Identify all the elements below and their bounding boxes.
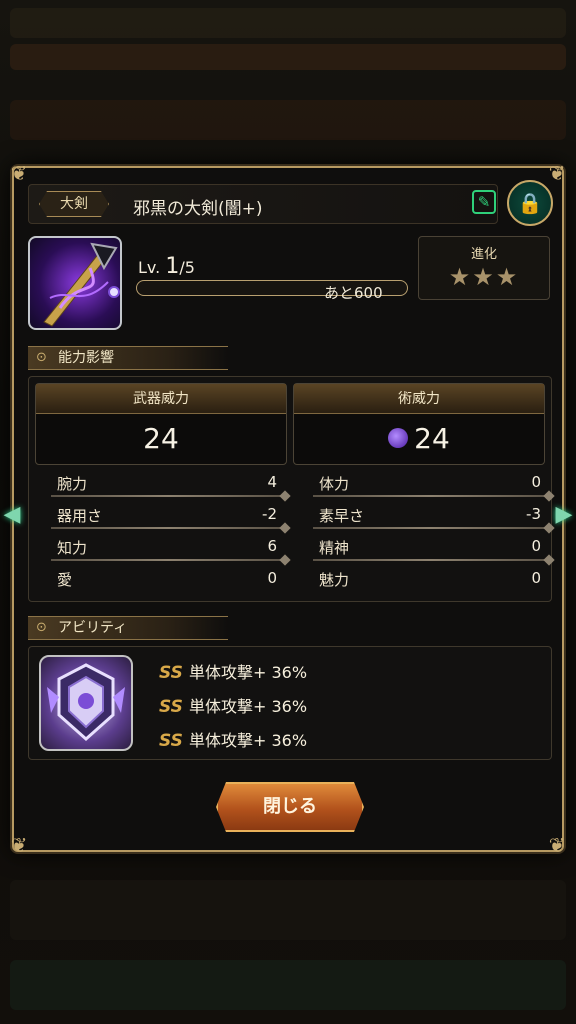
- level-max: /5: [179, 258, 195, 277]
- emblem-graphic: [47, 663, 125, 742]
- stat-value: 4: [267, 473, 277, 491]
- stat-value: 0: [531, 569, 541, 587]
- stat-value: 0: [531, 473, 541, 491]
- ability-text: 単体攻撃+ 36%: [189, 731, 308, 750]
- divider: [51, 559, 285, 561]
- stat-value: 0: [267, 569, 277, 587]
- weapon-name: 邪黒の大剣(闇+): [133, 199, 263, 219]
- weapon-power-box: 武器威力 24: [35, 383, 287, 465]
- stat-label: 体力: [319, 475, 350, 493]
- stat-label: 器用さ: [57, 507, 103, 525]
- stat-row: 体力 0: [313, 469, 549, 497]
- weapon-power-label: 武器威力: [36, 384, 286, 414]
- evolution-stars-icon: ★★★: [448, 263, 520, 291]
- ability-row: SS 単体攻撃+ 36%: [159, 727, 307, 751]
- evolution-box: 進化 ★★★: [418, 236, 550, 300]
- weapon-power-value: 24: [143, 422, 179, 455]
- bg-title-bar: [10, 44, 566, 70]
- section-ability-effect: ⊙ 能力影響: [28, 346, 228, 370]
- stat-label: 知力: [57, 539, 88, 557]
- stat-label: 素早さ: [319, 507, 365, 525]
- divider: [51, 527, 285, 529]
- level-prefix: Lv.: [138, 258, 161, 277]
- weapon-detail-dialog: ❦ ❦ ❦ ❦ ◀ ▶ 大剣 邪黒の大剣(闇+) ✎ 🔒 Lv. 1/5 あと6…: [4, 161, 573, 857]
- ability-emblem-icon: [39, 655, 133, 751]
- stat-value: 0: [531, 537, 541, 555]
- ability-row: SS 単体攻撃+ 36%: [159, 659, 307, 683]
- gear-icon: ⊙: [36, 620, 47, 635]
- exp-remaining: あと600: [324, 284, 383, 302]
- rank-ss-icon: SS: [159, 697, 183, 717]
- weapon-level: Lv. 1/5: [138, 254, 195, 279]
- stat-value: -3: [526, 505, 541, 523]
- stat-row: 愛0: [51, 565, 285, 593]
- section-title: アビリティ: [58, 620, 128, 636]
- stat-row: 素早さ -3: [313, 501, 549, 529]
- section-ability: ⊙ アビリティ: [28, 616, 228, 640]
- stat-label: 魅力: [319, 571, 350, 589]
- magic-power-value: 24: [414, 422, 450, 455]
- weapon-header: 大剣 邪黒の大剣(闇+): [28, 184, 498, 224]
- magic-power-box: 術威力 24: [293, 383, 545, 465]
- section-title: 能力影響: [58, 350, 114, 366]
- rank-ss-icon: SS: [159, 731, 183, 751]
- magic-power-label: 術威力: [294, 384, 544, 414]
- edit-icon[interactable]: ✎: [472, 190, 496, 214]
- bg-footer-controls: [10, 880, 566, 940]
- stat-row: 精神 0: [313, 533, 549, 561]
- gear-icon: ⊙: [36, 350, 47, 365]
- rank-ss-icon: SS: [159, 663, 183, 683]
- frame-corner-ornament-icon: ❦: [10, 161, 28, 185]
- evolution-label: 進化: [470, 247, 497, 262]
- lock-icon[interactable]: 🔒: [507, 180, 553, 226]
- frame-corner-ornament-icon: ❦: [10, 833, 28, 857]
- close-button[interactable]: 閉じる: [216, 782, 364, 832]
- dark-element-icon: [388, 428, 409, 448]
- bg-top-bar: [10, 8, 566, 38]
- stat-row: 知力 6: [51, 533, 285, 561]
- ability-row: SS 単体攻撃+ 36%: [159, 693, 307, 717]
- bg-tab-row: [10, 100, 566, 140]
- ability-panel: SS 単体攻撃+ 36% SS 単体攻撃+ 36% SS 単体攻撃+ 36%: [28, 646, 552, 760]
- ability-text: 単体攻撃+ 36%: [189, 697, 308, 716]
- frame-corner-ornament-icon: ❦: [548, 833, 566, 857]
- stat-value: -2: [262, 505, 277, 523]
- divider: [313, 495, 549, 497]
- sword-icon: [43, 242, 120, 327]
- divider: [313, 527, 549, 529]
- level-current: 1: [165, 254, 180, 279]
- magic-power-value-wrap: 24: [294, 414, 544, 464]
- frame-corner-ornament-icon: ❦: [548, 161, 566, 185]
- stat-row: 器用さ -2: [51, 501, 285, 529]
- divider: [51, 495, 285, 497]
- bg-bottom-nav: [10, 960, 566, 1010]
- stat-label: 精神: [319, 539, 350, 557]
- stat-label: 腕力: [57, 475, 88, 493]
- weapon-portrait: [28, 236, 122, 330]
- ability-text: 単体攻撃+ 36%: [189, 663, 308, 682]
- stat-value: 6: [267, 537, 277, 555]
- stat-row: 魅力 0: [313, 565, 549, 593]
- next-arrow-icon[interactable]: ▶: [554, 500, 574, 530]
- stat-label: 愛: [57, 571, 73, 589]
- previous-arrow-icon[interactable]: ◀: [2, 500, 22, 530]
- stat-row: 腕力 4: [51, 469, 285, 497]
- divider: [313, 559, 549, 561]
- weapon-type-tag: 大剣: [39, 191, 109, 217]
- stats-panel: 武器威力 24 術威力 24 腕力 4 器用さ -2 知力 6 愛0 体力 0 素早さ -…: [28, 376, 552, 602]
